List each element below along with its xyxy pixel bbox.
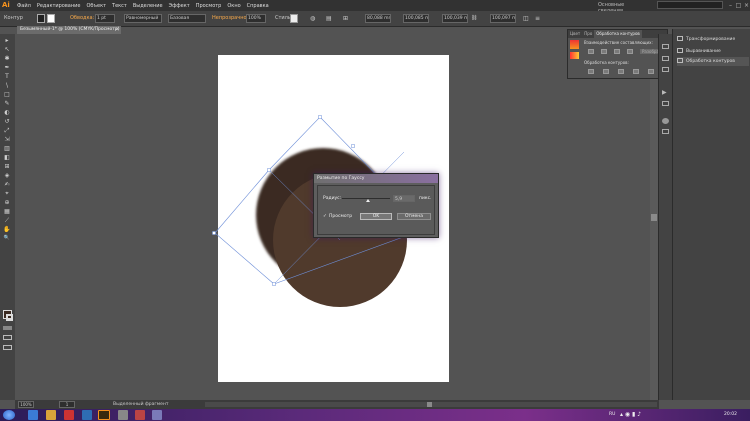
pathfinder-panel-icon [677,58,683,63]
color-ramp[interactable] [570,52,579,59]
align-panel-icon [677,48,683,53]
appearance-icon[interactable] [662,118,669,124]
unite-icon[interactable] [588,49,594,54]
artboard-number-field[interactable]: 1 [59,401,75,408]
panel-transform[interactable]: Трансформирование [677,35,749,44]
play-icon[interactable]: ▶ [662,90,669,96]
panel-pathfinder[interactable]: Обработка контуров [677,57,749,66]
graphic-styles-icon[interactable] [662,67,669,72]
panel-transform-label: Трансформирование [686,37,736,42]
panel-align[interactable]: Выравнивание [677,47,749,56]
horizontal-scroll-thumb[interactable] [427,402,432,407]
exclude-icon[interactable] [627,49,633,54]
start-button-icon[interactable] [3,410,15,420]
app-icon-1[interactable] [64,410,74,420]
dialog-body: Радиус: 5,9 пикс. ✓ Просмотр OK Отмена [317,185,435,235]
tab-pathfinder[interactable]: Обработка контуров [594,30,642,38]
language-indicator[interactable]: RU [609,409,615,421]
panel-icon-strip: ▶ [658,34,673,400]
vertical-scroll-thumb[interactable] [651,214,657,221]
cancel-button[interactable]: Отмена [397,213,431,220]
anchor-handle-bottom[interactable] [272,282,276,286]
intersect-icon[interactable] [614,49,620,54]
preview-label[interactable]: Просмотр [329,214,352,219]
folder-icon[interactable] [46,410,56,420]
pathfinder-panel-tabs: Цвет Про Обработка контуров [568,30,667,38]
radius-slider-thumb[interactable] [366,199,371,202]
app-icon-3[interactable] [118,410,128,420]
ok-button[interactable]: OK [360,213,392,220]
app-icon-4[interactable] [135,410,145,420]
minus-front-icon[interactable] [601,49,607,54]
radius-unit: пикс. [419,196,432,201]
collapsed-panels: Трансформирование Выравнивание Обработка… [672,29,750,400]
app-icon-5[interactable] [152,410,162,420]
divide-icon[interactable] [588,69,594,74]
dialog-title[interactable]: Размытие по Гауссу [314,174,438,183]
layers-icon[interactable] [662,101,669,106]
crop-icon[interactable] [633,69,639,74]
transform-panel-icon [677,36,683,41]
radius-input[interactable]: 5,9 [393,195,415,202]
status-bar: 100% 1 Выделенный фрагмент [15,400,659,409]
gaussian-blur-dialog: Размытие по Гауссу Радиус: 5,9 пикс. ✓ П… [313,173,439,238]
anchor-handle-top[interactable] [318,115,322,119]
symbols-icon[interactable] [662,56,669,61]
clock[interactable]: 20:02 [724,409,737,421]
anchor-handle-upper-right[interactable] [351,144,355,148]
outline-icon[interactable] [648,69,654,74]
trim-icon[interactable] [603,69,609,74]
artboards-icon[interactable] [662,129,669,134]
explorer-icon[interactable] [28,410,38,420]
merge-icon[interactable] [618,69,624,74]
tab-color[interactable]: Цвет [568,30,582,38]
tab-pro[interactable]: Про [582,30,594,38]
status-text: Выделенный фрагмент [113,402,169,407]
brushes-icon[interactable] [662,44,669,49]
radius-label: Радиус: [323,196,342,201]
taskbar: RU ▴ ◉ ▮ ♪ 20:02 [0,409,750,421]
pathfinder-panel: Цвет Про Обработка контуров Взаимодейств… [567,29,668,79]
panel-align-label: Выравнивание [686,49,721,54]
tray-icons[interactable]: ▴ ◉ ▮ ♪ [620,409,641,421]
color-swatch-icon[interactable] [570,40,579,49]
pathfinders-label: Обработка контуров: [584,60,629,65]
illustrator-taskbar-icon[interactable] [98,410,110,420]
zoom-field[interactable]: 100% [18,401,34,408]
app-icon-2[interactable] [82,410,92,420]
anchor-handle-left[interactable] [212,231,216,235]
panel-pathfinder-label: Обработка контуров [686,59,735,64]
anchor-handle-upper-left[interactable] [267,168,271,172]
shape-modes-label: Взаимодействие составляющих: [584,40,653,45]
preview-checkbox[interactable]: ✓ [323,214,327,219]
